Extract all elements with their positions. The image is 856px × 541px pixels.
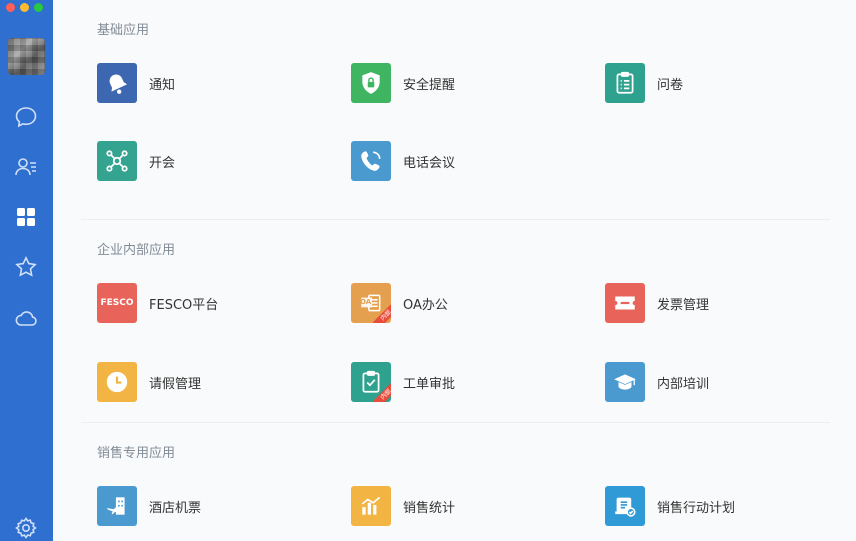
- clipboard-list-icon: [605, 63, 645, 103]
- shield-lock-icon: [351, 63, 391, 103]
- app-label: 销售行动计划: [657, 500, 736, 516]
- app-label: FESCO平台: [149, 297, 219, 313]
- app-label: 销售统计: [403, 500, 456, 516]
- star-icon[interactable]: [13, 254, 39, 280]
- phone-conference-icon: [351, 141, 391, 181]
- app-label: 问卷: [657, 77, 684, 93]
- app-label: 工单审批: [403, 376, 456, 392]
- app-work-order-approval[interactable]: 内部 工单审批: [351, 362, 455, 402]
- maximize-window-button[interactable]: [34, 3, 43, 12]
- app-label: 电话会议: [403, 155, 456, 171]
- section-divider: [81, 422, 830, 423]
- app-phone-conference[interactable]: 电话会议: [351, 141, 455, 181]
- app-hotel-flight[interactable]: 酒店机票: [97, 486, 201, 526]
- section-title-basic: 基础应用: [97, 23, 150, 38]
- contacts-icon[interactable]: [13, 154, 39, 180]
- section-title-sales: 销售专用应用: [97, 446, 176, 461]
- app-label: 发票管理: [657, 297, 710, 313]
- bell-icon: [97, 63, 137, 103]
- app-notice[interactable]: 通知: [97, 63, 175, 103]
- app-invoice-management[interactable]: 发票管理: [605, 283, 709, 323]
- sidebar: [0, 0, 53, 541]
- clock-icon: [97, 362, 137, 402]
- app-sales-statistics[interactable]: 销售统计: [351, 486, 455, 526]
- app-center: 基础应用 通知 安全提醒 问卷 开会 电话会议 企业内部应用 FESCO FES…: [53, 0, 856, 541]
- section-divider: [81, 219, 830, 220]
- meeting-nodes-icon: [97, 141, 137, 181]
- app-survey[interactable]: 问卷: [605, 63, 683, 103]
- app-label: OA办公: [403, 297, 448, 313]
- chat-icon[interactable]: [13, 104, 39, 130]
- bar-chart-icon: [351, 486, 391, 526]
- app-internal-training[interactable]: 内部培训: [605, 362, 709, 402]
- app-label: 请假管理: [149, 376, 202, 392]
- app-label: 酒店机票: [149, 500, 202, 516]
- settings-gear-icon[interactable]: [13, 515, 39, 541]
- minimize-window-button[interactable]: [20, 3, 29, 12]
- app-sales-action-plan[interactable]: 销售行动计划: [605, 486, 735, 526]
- app-label: 安全提醒: [403, 77, 456, 93]
- app-oa-office[interactable]: OA 内部 OA办公: [351, 283, 448, 323]
- clipboard-check-icon: 内部: [351, 362, 391, 402]
- window-controls: [6, 3, 43, 12]
- app-security-alert[interactable]: 安全提醒: [351, 63, 455, 103]
- hotel-plane-icon: [97, 486, 137, 526]
- avatar[interactable]: [8, 38, 45, 75]
- apps-grid-icon[interactable]: [13, 204, 39, 230]
- cloud-icon[interactable]: [13, 305, 39, 331]
- section-title-internal: 企业内部应用: [97, 243, 176, 258]
- app-fesco-platform[interactable]: FESCO FESCO平台: [97, 283, 218, 323]
- app-meeting[interactable]: 开会: [97, 141, 175, 181]
- oa-document-icon: OA 内部: [351, 283, 391, 323]
- app-label: 内部培训: [657, 376, 710, 392]
- app-leave-management[interactable]: 请假管理: [97, 362, 201, 402]
- ticket-icon: [605, 283, 645, 323]
- app-label: 通知: [149, 77, 176, 93]
- graduation-cap-icon: [605, 362, 645, 402]
- fesco-logo-icon: FESCO: [97, 283, 137, 323]
- plan-check-icon: [605, 486, 645, 526]
- app-label: 开会: [149, 155, 176, 171]
- close-window-button[interactable]: [6, 3, 15, 12]
